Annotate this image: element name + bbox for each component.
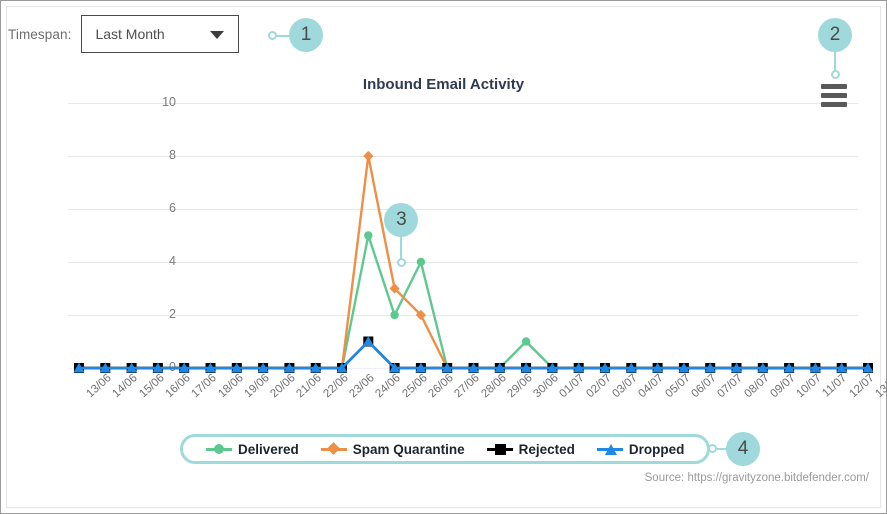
chevron-down-icon (210, 31, 225, 39)
hamburger-bar (821, 102, 847, 107)
x-tick-label: 19/06 (242, 372, 272, 401)
x-tick-label: 01/07 (557, 372, 588, 401)
callout-2-line (834, 52, 836, 72)
legend-item-spam-quarantine[interactable]: Spam Quarantine (320, 441, 465, 457)
legend-label: Rejected (518, 441, 575, 457)
data-point-marker (390, 310, 399, 320)
x-tick-label: 20/06 (268, 372, 298, 401)
x-tick-label: 08/07 (741, 372, 772, 401)
series-dropped (73, 336, 874, 373)
callout-2: 2 (818, 18, 852, 52)
legend-item-rejected[interactable]: Rejected (486, 441, 575, 457)
screenshot-root: Timespan: Last Month 1 2 Inbound Email A… (0, 0, 887, 514)
x-tick-label: 13/06 (84, 372, 114, 401)
data-point-marker (363, 150, 374, 162)
hamburger-bar (821, 84, 847, 89)
x-tick-label: 30/06 (531, 372, 561, 401)
toolbar: Timespan: Last Month (8, 10, 240, 58)
x-tick-label: 21/06 (294, 372, 325, 401)
x-tick-label: 26/06 (426, 372, 456, 401)
x-tick-label: 18/06 (215, 372, 246, 401)
chart-title: Inbound Email Activity (362, 76, 525, 93)
triangle-marker-icon (596, 442, 623, 456)
x-tick-label: 05/07 (662, 372, 693, 401)
x-tick-label: 07/07 (715, 372, 745, 401)
chart-legend: Delivered Spam Quarantine Rejected Dropped (180, 434, 711, 464)
x-tick-label: 09/07 (768, 372, 798, 401)
legend-item-delivered[interactable]: Delivered (206, 442, 299, 457)
x-tick-label: 06/07 (689, 372, 719, 401)
x-tick-label: 23/06 (347, 372, 377, 401)
hamburger-bar (821, 93, 847, 98)
x-tick-label: 03/07 (610, 372, 640, 401)
chart-plot-area: 0 2 4 6 8 10 (68, 95, 874, 374)
x-tick-label: 15/06 (136, 372, 167, 401)
callout-4: 4 (726, 432, 760, 466)
x-tick-label: 10/07 (794, 372, 824, 401)
x-axis-labels: 13/06 14/06 15/06 16/06 17/06 18/06 19/06 20/06… (68, 370, 887, 425)
callout-2-ring (830, 70, 840, 79)
callout-4-ring (708, 444, 717, 453)
x-tick-label: 27/06 (452, 372, 482, 401)
x-tick-label: 24/06 (373, 372, 404, 401)
series-layer (73, 150, 874, 374)
source-text: Source: https://gravityzone.bitdefender.… (644, 472, 869, 484)
data-point-marker (521, 337, 531, 346)
series-spam-quarantine (73, 150, 874, 374)
x-tick-label: 16/06 (163, 372, 193, 401)
x-tick-label: 22/06 (321, 372, 351, 401)
circle-marker-icon (206, 442, 232, 456)
data-point-marker (364, 231, 373, 240)
diamond-marker-icon (320, 442, 347, 456)
timespan-label: Timespan: (8, 26, 72, 42)
square-marker-icon (486, 442, 513, 456)
series-delivered (74, 231, 873, 373)
callout-3-ring (396, 258, 406, 267)
x-tick-label: 04/07 (636, 372, 667, 401)
x-tick-label: 29/06 (505, 372, 535, 401)
timespan-select[interactable]: Last Month (81, 15, 240, 53)
callout-1: 1 (289, 18, 323, 52)
x-tick-label: 11/07 (820, 372, 850, 400)
callout-3-line (400, 236, 403, 259)
x-tick-label: 14/06 (110, 372, 141, 401)
timespan-select-value: Last Month (95, 26, 165, 42)
x-tick-label: 17/06 (189, 372, 219, 401)
data-point-marker (416, 257, 426, 267)
x-tick-label: 25/06 (399, 372, 430, 401)
callout-1-ring (268, 31, 277, 40)
x-tick-label: 02/07 (584, 372, 614, 401)
legend-label: Spam Quarantine (352, 441, 465, 457)
hamburger-menu-icon[interactable] (821, 84, 847, 107)
legend-label: Dropped (628, 441, 685, 457)
legend-item-dropped[interactable]: Dropped (596, 441, 685, 457)
legend-label: Delivered (238, 441, 299, 457)
x-tick-label: 28/06 (478, 372, 509, 401)
